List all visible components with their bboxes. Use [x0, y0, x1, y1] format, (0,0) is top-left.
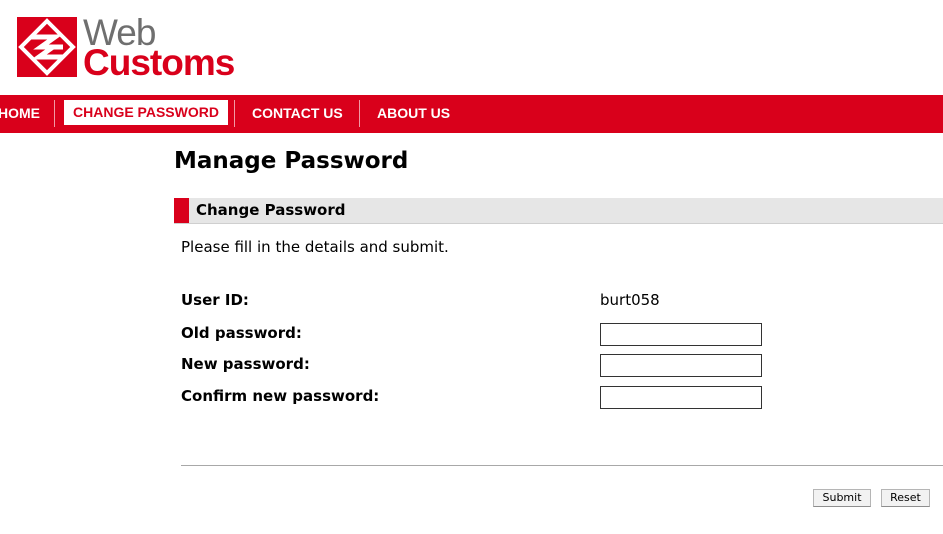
new-password-field[interactable] — [600, 354, 762, 377]
nav-home[interactable]: HOME — [0, 95, 40, 133]
section-header: Change Password — [174, 198, 943, 224]
user-id-label: User ID: — [181, 291, 249, 309]
confirm-password-field[interactable] — [600, 386, 762, 409]
webcustoms-logo-icon — [17, 17, 77, 77]
page-title: Manage Password — [174, 148, 409, 174]
intro-text: Please fill in the details and submit. — [181, 238, 449, 256]
confirm-password-label: Confirm new password: — [181, 387, 380, 405]
submit-button[interactable]: Submit — [813, 489, 871, 507]
nav-separator — [234, 100, 235, 127]
main-nav: HOME CHANGE PASSWORD CONTACT US ABOUT US — [0, 95, 943, 133]
reset-button[interactable]: Reset — [881, 489, 930, 507]
section-accent-bar — [174, 198, 189, 223]
old-password-label: Old password: — [181, 324, 302, 342]
new-password-label: New password: — [181, 355, 310, 373]
header: Web Customs — [0, 0, 943, 95]
old-password-field[interactable] — [600, 323, 762, 346]
nav-contact-us[interactable]: CONTACT US — [252, 95, 343, 133]
nav-separator — [54, 100, 55, 127]
nav-separator — [359, 100, 360, 127]
nav-change-password[interactable]: CHANGE PASSWORD — [64, 100, 228, 125]
nav-about-us[interactable]: ABOUT US — [377, 95, 450, 133]
user-id-value: burt058 — [600, 291, 660, 309]
section-title: Change Password — [196, 201, 346, 219]
logo-text-customs: Customs — [83, 42, 235, 83]
form-divider — [181, 465, 943, 466]
